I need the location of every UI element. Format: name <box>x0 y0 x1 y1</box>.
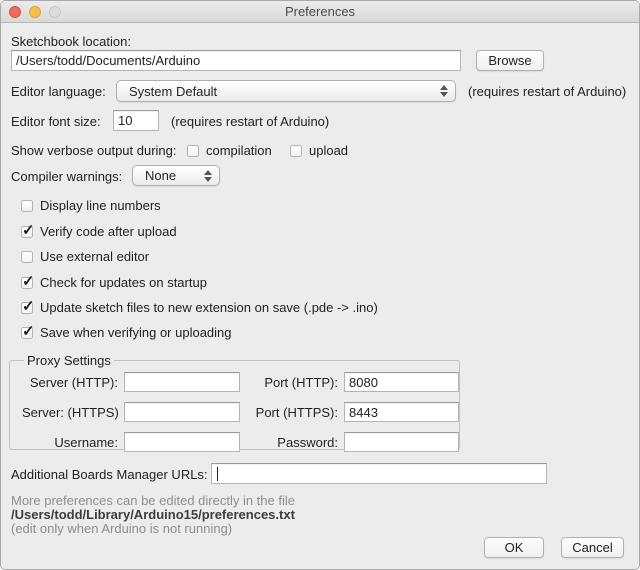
checkbox-label: Display line numbers <box>40 198 161 213</box>
title-bar[interactable]: Preferences <box>1 1 639 23</box>
edit-only-note: (edit only when Arduino is not running) <box>11 521 232 536</box>
proxy-row-credentials: Username: Password: <box>22 432 459 452</box>
checkbox-label: Use external editor <box>40 249 149 264</box>
save-when-verifying-option[interactable]: Save when verifying or uploading <box>21 325 232 340</box>
save-when-verifying-checkbox[interactable] <box>21 327 33 339</box>
preferences-file-path: /Users/todd/Library/Arduino15/preference… <box>11 507 295 522</box>
password-label: Password: <box>252 435 338 450</box>
proxy-row-https: Server: (HTTPS) Port (HTTPS): <box>22 402 459 422</box>
password-input[interactable] <box>344 432 459 452</box>
compilation-checkbox[interactable] <box>187 145 199 157</box>
checkbox-label: Update sketch files to new extension on … <box>40 300 378 315</box>
editor-language-label: Editor language: <box>11 84 106 99</box>
ok-button[interactable]: OK <box>484 537 544 558</box>
check-for-updates-option[interactable]: Check for updates on startup <box>21 275 207 290</box>
proxy-settings-group: Proxy Settings Server (HTTP): Port (HTTP… <box>9 353 460 450</box>
server-https-input[interactable] <box>124 402 240 422</box>
username-input[interactable] <box>124 432 240 452</box>
proxy-row-http: Server (HTTP): Port (HTTP): <box>22 372 459 392</box>
port-https-input[interactable] <box>344 402 459 422</box>
upload-checkbox-label: upload <box>309 143 348 158</box>
compiler-warnings-label: Compiler warnings: <box>11 169 122 184</box>
verify-code-after-upload-option[interactable]: Verify code after upload <box>21 224 177 239</box>
compiler-warnings-value: None <box>145 168 176 183</box>
sketchbook-location-label: Sketchbook location: <box>11 34 131 49</box>
use-external-editor-option[interactable]: Use external editor <box>21 249 149 264</box>
update-sketch-files-option[interactable]: Update sketch files to new extension on … <box>21 300 378 315</box>
port-http-input[interactable] <box>344 372 459 392</box>
port-https-label: Port (HTTPS): <box>252 405 338 420</box>
verbose-output-label: Show verbose output during: <box>11 143 177 158</box>
editor-language-value: System Default <box>129 84 217 99</box>
verbose-upload-option[interactable]: upload <box>290 143 348 158</box>
preferences-window: Preferences Sketchbook location: Browse … <box>0 0 640 570</box>
compiler-warnings-select[interactable]: None <box>132 165 220 186</box>
server-http-label: Server (HTTP): <box>22 375 118 390</box>
checkbox-label: Verify code after upload <box>40 224 177 239</box>
sketchbook-location-input[interactable] <box>11 50 461 71</box>
verify-code-after-upload-checkbox[interactable] <box>21 226 33 238</box>
use-external-editor-checkbox[interactable] <box>21 251 33 263</box>
cancel-button[interactable]: Cancel <box>561 537 624 558</box>
editor-font-size-input[interactable] <box>113 110 159 131</box>
editor-font-size-note: (requires restart of Arduino) <box>171 114 329 129</box>
window-title: Preferences <box>1 4 639 19</box>
editor-language-select[interactable]: System Default <box>116 80 456 102</box>
compilation-checkbox-label: compilation <box>206 143 272 158</box>
update-sketch-files-checkbox[interactable] <box>21 302 33 314</box>
text-caret <box>217 467 218 481</box>
browse-button[interactable]: Browse <box>476 50 544 71</box>
more-preferences-note: More preferences can be edited directly … <box>11 493 295 508</box>
editor-language-note: (requires restart of Arduino) <box>468 84 626 99</box>
checkbox-label: Check for updates on startup <box>40 275 207 290</box>
check-for-updates-checkbox[interactable] <box>21 277 33 289</box>
checkbox-label: Save when verifying or uploading <box>40 325 232 340</box>
username-label: Username: <box>22 435 118 450</box>
display-line-numbers-checkbox[interactable] <box>21 200 33 212</box>
proxy-settings-legend: Proxy Settings <box>24 353 114 368</box>
stepper-arrows-icon <box>204 170 212 182</box>
server-http-input[interactable] <box>124 372 240 392</box>
port-http-label: Port (HTTP): <box>252 375 338 390</box>
stepper-arrows-icon <box>440 85 448 97</box>
upload-checkbox[interactable] <box>290 145 302 157</box>
verbose-compilation-option[interactable]: compilation <box>187 143 272 158</box>
editor-font-size-label: Editor font size: <box>11 114 101 129</box>
boards-manager-urls-input[interactable] <box>211 463 547 484</box>
server-https-label: Server: (HTTPS) <box>22 405 118 420</box>
display-line-numbers-option[interactable]: Display line numbers <box>21 198 161 213</box>
boards-manager-urls-label: Additional Boards Manager URLs: <box>11 467 208 482</box>
